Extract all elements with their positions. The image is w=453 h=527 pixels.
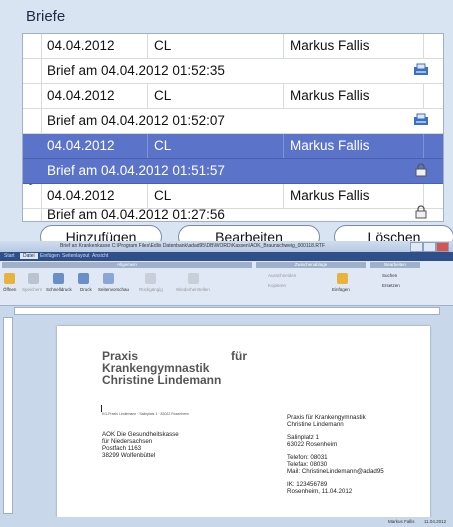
row-name: Markus Fallis xyxy=(290,188,370,203)
redo-button[interactable]: Wiederherstellen xyxy=(176,287,210,292)
text-cursor xyxy=(101,405,102,412)
tab-seitenlayout[interactable]: Seitenlayout xyxy=(62,253,90,259)
row-code: CL xyxy=(154,38,172,53)
row-subject: Brief am 04.04.2012 01:52:07 xyxy=(47,113,225,128)
status-user: Markus Fallis xyxy=(388,519,415,524)
sender-line: Telefax: 08030 xyxy=(287,461,328,468)
word-editor-window: Brief an Krankenkasse C:\Program Files\E… xyxy=(0,241,453,527)
group-general-label: Allgemein xyxy=(2,262,252,268)
undo-button[interactable]: Rückgängig xyxy=(139,287,163,292)
status-bar: Markus Fallis 11.04.2012 xyxy=(0,517,453,527)
close-icon[interactable] xyxy=(436,242,449,252)
row-name: Markus Fallis xyxy=(290,38,370,53)
preview-icon[interactable] xyxy=(103,273,114,284)
status-date: 11.04.2012 xyxy=(424,519,447,524)
table-row[interactable]: Brief am 04.04.2012 01:52:35 xyxy=(23,59,443,84)
sender-line: IK: 123456789 xyxy=(287,481,328,488)
paste-button[interactable]: Einfügen xyxy=(332,287,350,292)
title-bar: Brief an Krankenkasse C:\Program Files\E… xyxy=(0,241,453,252)
row-code: CL xyxy=(154,138,172,153)
tab-einfuegen[interactable]: Einfügen xyxy=(40,253,60,259)
row-date: 04.04.2012 xyxy=(47,88,115,103)
sender-line: Rosenheim, 11.04.2012 xyxy=(287,488,353,495)
row-subject: Brief am 04.04.2012 01:52:35 xyxy=(47,63,225,78)
row-subject: Brief am 04.04.2012 01:51:57 xyxy=(47,163,225,178)
open-folder-icon[interactable] xyxy=(4,273,15,284)
open-button[interactable]: Öffnen xyxy=(3,287,16,292)
row-date: 04.04.2012 xyxy=(47,138,115,153)
ribbon-tabs: Start Datei Einfügen Seitenlayout Ansich… xyxy=(0,252,453,261)
letters-panel: Briefe > 04.04.2012 CL Markus Fallis Bri… xyxy=(0,0,453,249)
sender-line: Mail: ChristineLindemann@adad95 xyxy=(287,468,384,475)
group-clipboard-label: Zwischenablage xyxy=(256,262,366,268)
paste-icon[interactable] xyxy=(337,273,348,284)
document-page[interactable]: Praxis für Krankengymnastik Christine Li… xyxy=(57,326,430,521)
vertical-ruler[interactable] xyxy=(3,317,13,514)
tab-datei[interactable]: Datei xyxy=(20,253,38,259)
tab-ansicht[interactable]: Ansicht xyxy=(92,253,108,259)
maximize-icon[interactable] xyxy=(423,242,436,252)
print-icon[interactable] xyxy=(78,273,89,284)
table-row[interactable]: 04.04.2012 CL Markus Fallis xyxy=(23,84,443,109)
redo-icon[interactable] xyxy=(188,273,199,284)
group-edit-label: Bearbeiten xyxy=(370,262,420,268)
tab-start[interactable]: Start xyxy=(4,253,15,259)
window-title: Brief an Krankenkasse C:\Program Files\E… xyxy=(60,243,325,249)
sender-line: 63022 Rosenheim xyxy=(287,441,338,448)
row-name: Markus Fallis xyxy=(290,138,370,153)
row-date: 04.04.2012 xyxy=(47,188,115,203)
table-row[interactable]: Brief am 04.04.2012 01:27:56 xyxy=(23,205,443,222)
table-row[interactable]: 04.04.2012 CL Markus Fallis xyxy=(23,184,443,209)
letter-print-icon[interactable] xyxy=(413,113,429,127)
recipient-line: Postfach 1163 xyxy=(102,445,142,452)
letter-lock-icon[interactable] xyxy=(413,205,429,219)
row-subject: Brief am 04.04.2012 01:27:56 xyxy=(47,207,225,222)
save-button[interactable]: Speichern xyxy=(22,287,42,292)
quick-print-button[interactable]: Schnelldruck xyxy=(46,287,72,292)
row-date: 04.04.2012 xyxy=(47,38,115,53)
save-icon[interactable] xyxy=(28,273,39,284)
quick-print-icon[interactable] xyxy=(53,273,64,284)
letters-list: > 04.04.2012 CL Markus Fallis Brief am 0… xyxy=(22,33,444,222)
replace-button[interactable]: Ersetzen xyxy=(382,283,400,288)
sender-line: Telefon: 08031 xyxy=(287,454,328,461)
sender-line: Praxis für Krankengymnastik xyxy=(287,414,366,421)
ribbon: Allgemein Zwischenablage Bearbeiten Öffn… xyxy=(0,261,453,306)
letter-print-icon[interactable] xyxy=(413,63,429,77)
undo-icon[interactable] xyxy=(145,273,156,284)
table-row[interactable]: 04.04.2012 CL Markus Fallis xyxy=(23,34,443,59)
recipient-line: 38299 Wolfenbüttel xyxy=(102,452,156,459)
table-row[interactable]: Brief am 04.04.2012 01:52:07 xyxy=(23,109,443,134)
letterhead-fuer: für xyxy=(231,349,247,363)
table-row-selected[interactable]: Brief am 04.04.2012 01:51:57 xyxy=(23,159,443,184)
row-name: Markus Fallis xyxy=(290,88,370,103)
letterhead-line-3: Christine Lindemann xyxy=(102,373,222,387)
copy-button[interactable]: Kopieren xyxy=(268,283,286,288)
preview-button[interactable]: Seitenvorschau xyxy=(98,287,129,292)
recipient-line: für Niedersachsen xyxy=(102,438,153,445)
sender-return-line: KG-Praxis Lindemann · Salinplatz 1 · 830… xyxy=(102,412,189,416)
letter-lock-icon[interactable] xyxy=(413,163,429,177)
recipient-line: AOK Die Gesundheitskasse xyxy=(102,431,179,438)
find-button[interactable]: Suchen xyxy=(382,273,397,278)
print-button[interactable]: Druck xyxy=(80,287,92,292)
minimize-icon[interactable] xyxy=(410,242,423,252)
sender-line: Christine Lindemann xyxy=(287,421,344,428)
horizontal-ruler[interactable] xyxy=(14,307,440,315)
panel-title: Briefe xyxy=(26,8,66,25)
cut-button[interactable]: Ausschneiden xyxy=(268,273,296,278)
table-row-selected[interactable]: 04.04.2012 CL Markus Fallis xyxy=(23,134,443,159)
row-code: CL xyxy=(154,88,172,103)
sender-line: Salinplatz 1 xyxy=(287,434,319,441)
row-code: CL xyxy=(154,188,172,203)
